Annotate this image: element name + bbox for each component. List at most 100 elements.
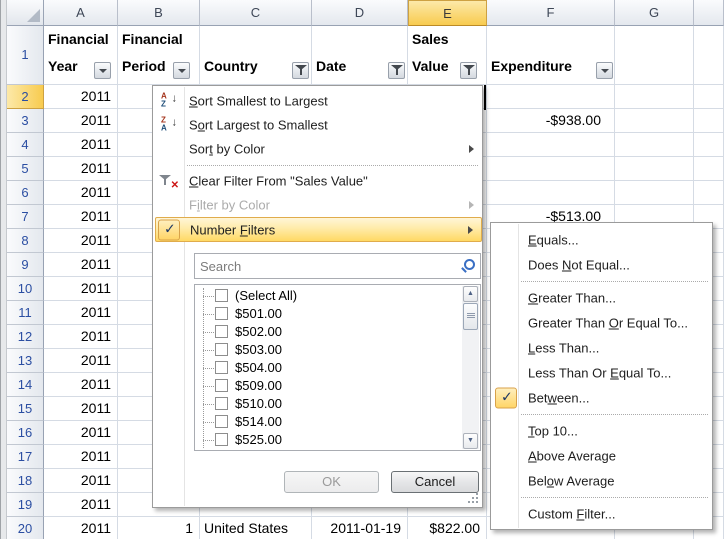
menu-item-number-filters[interactable]: Number Filters [155,217,482,242]
cell-g4[interactable] [615,133,694,157]
column-header-f[interactable]: F [487,0,615,26]
submenu-item-less-than[interactable]: Less Than... [493,335,712,360]
submenu-item-above-average[interactable]: Above Average [493,443,712,468]
filter-button-f[interactable] [596,62,613,79]
submenu-item-below-average[interactable]: Below Average [493,468,712,493]
row-header-9[interactable]: 9 [7,253,44,277]
cancel-button[interactable]: Cancel [391,471,479,493]
row-header-16[interactable]: 16 [7,421,44,445]
row-header-4[interactable]: 4 [7,133,44,157]
search-input[interactable] [194,253,481,279]
filter-value-item[interactable]: $504.00 [197,359,442,377]
column-header-a[interactable]: A [44,0,118,26]
submenu-item-equals[interactable]: Equals... [493,227,712,252]
filter-value-item[interactable]: $503.00 [197,341,442,359]
filter-button-a[interactable] [94,62,111,79]
row-header-8[interactable]: 8 [7,229,44,253]
cell-f4[interactable] [487,133,615,157]
cell-a10[interactable]: 2011 [44,277,118,301]
cell-a2[interactable]: 2011 [44,85,118,109]
row-header-18[interactable]: 18 [7,469,44,493]
row-header-15[interactable]: 15 [7,397,44,421]
cell-x2[interactable] [694,85,724,109]
header-cell-g[interactable] [615,26,694,85]
column-header-extra[interactable] [694,0,724,26]
cell-a9[interactable]: 2011 [44,253,118,277]
select-all-corner[interactable] [7,0,44,26]
ok-button[interactable]: OK [284,471,379,493]
filter-value-item[interactable]: $514.00 [197,413,442,431]
cell-a14[interactable]: 2011 [44,373,118,397]
row-header-5[interactable]: 5 [7,157,44,181]
cell-g2[interactable] [615,85,694,109]
filter-value-item[interactable]: $510.00 [197,395,442,413]
cell-a6[interactable]: 2011 [44,181,118,205]
filter-value-item[interactable]: $509.00 [197,377,442,395]
filter-button-b[interactable] [173,62,190,79]
filter-value-item[interactable]: $525.00 [197,431,442,449]
resize-grip[interactable] [466,491,479,504]
row-header-17[interactable]: 17 [7,445,44,469]
row-header-11[interactable]: 11 [7,301,44,325]
menu-item-sort-smallest-to-largest[interactable]: AZ↓Sort Smallest to Largest [155,89,482,113]
submenu-item-less-than-or-equal-to[interactable]: Less Than Or Equal To... [493,360,712,385]
row-header-10[interactable]: 10 [7,277,44,301]
column-header-g[interactable]: G [615,0,694,26]
row-header-3[interactable]: 3 [7,109,44,133]
scroll-down-button[interactable] [463,433,478,449]
row-header-1[interactable]: 1 [7,26,44,85]
header-cell-x[interactable] [694,26,724,85]
submenu-item-greater-than-or-equal-to[interactable]: Greater Than Or Equal To... [493,310,712,335]
cell-f6[interactable] [487,181,615,205]
column-header-c[interactable]: C [200,0,312,26]
filter-value-item[interactable]: (Select All) [197,287,442,305]
menu-item-clear-filter[interactable]: ✕Clear Filter From "Sales Value" [155,169,482,193]
cell-x5[interactable] [694,157,724,181]
row-header-2[interactable]: 2 [7,85,44,109]
cell-a8[interactable]: 2011 [44,229,118,253]
filter-value-item[interactable]: $502.00 [197,323,442,341]
cell-c20[interactable]: United States [200,517,312,539]
cell-a19[interactable]: 2011 [44,493,118,517]
cell-d20[interactable]: 2011-01-19 [312,517,408,539]
cell-a17[interactable]: 2011 [44,445,118,469]
submenu-item-custom-filter[interactable]: Custom Filter... [493,501,712,526]
cell-f3[interactable]: -$938.00 [487,109,615,133]
cell-a12[interactable]: 2011 [44,325,118,349]
cell-a5[interactable]: 2011 [44,157,118,181]
cell-a7[interactable]: 2011 [44,205,118,229]
submenu-item-greater-than[interactable]: Greater Than... [493,285,712,310]
menu-item-sort-by-color[interactable]: Sort by Color [155,137,482,161]
column-header-e[interactable]: E [408,0,487,26]
row-header-12[interactable]: 12 [7,325,44,349]
cell-a11[interactable]: 2011 [44,301,118,325]
row-header-13[interactable]: 13 [7,349,44,373]
submenu-item-does-not-equal[interactable]: Does Not Equal... [493,252,712,277]
column-header-b[interactable]: B [118,0,200,26]
cell-a13[interactable]: 2011 [44,349,118,373]
cell-a20[interactable]: 2011 [44,517,118,539]
filter-button-e[interactable] [460,62,477,79]
cell-g5[interactable] [615,157,694,181]
cell-x4[interactable] [694,133,724,157]
menu-item-sort-largest-to-smallest[interactable]: ZA↓Sort Largest to Smallest [155,113,482,137]
cell-b20[interactable]: 1 [118,517,200,539]
row-header-6[interactable]: 6 [7,181,44,205]
cell-f2[interactable] [487,85,615,109]
filter-button-c[interactable] [292,62,309,79]
column-header-d[interactable]: D [312,0,408,26]
row-header-14[interactable]: 14 [7,373,44,397]
cell-a15[interactable]: 2011 [44,397,118,421]
cell-e20[interactable]: $822.00 [408,517,487,539]
cell-g6[interactable] [615,181,694,205]
submenu-item-between[interactable]: Between... [493,385,712,410]
cell-a16[interactable]: 2011 [44,421,118,445]
filter-value-item-partial[interactable] [197,449,442,451]
cell-x6[interactable] [694,181,724,205]
list-scrollbar[interactable] [462,286,479,449]
cell-a4[interactable]: 2011 [44,133,118,157]
row-header-20[interactable]: 20 [7,517,44,539]
row-header-7[interactable]: 7 [7,205,44,229]
filter-button-d[interactable] [388,62,405,79]
submenu-item-top-10[interactable]: Top 10... [493,418,712,443]
